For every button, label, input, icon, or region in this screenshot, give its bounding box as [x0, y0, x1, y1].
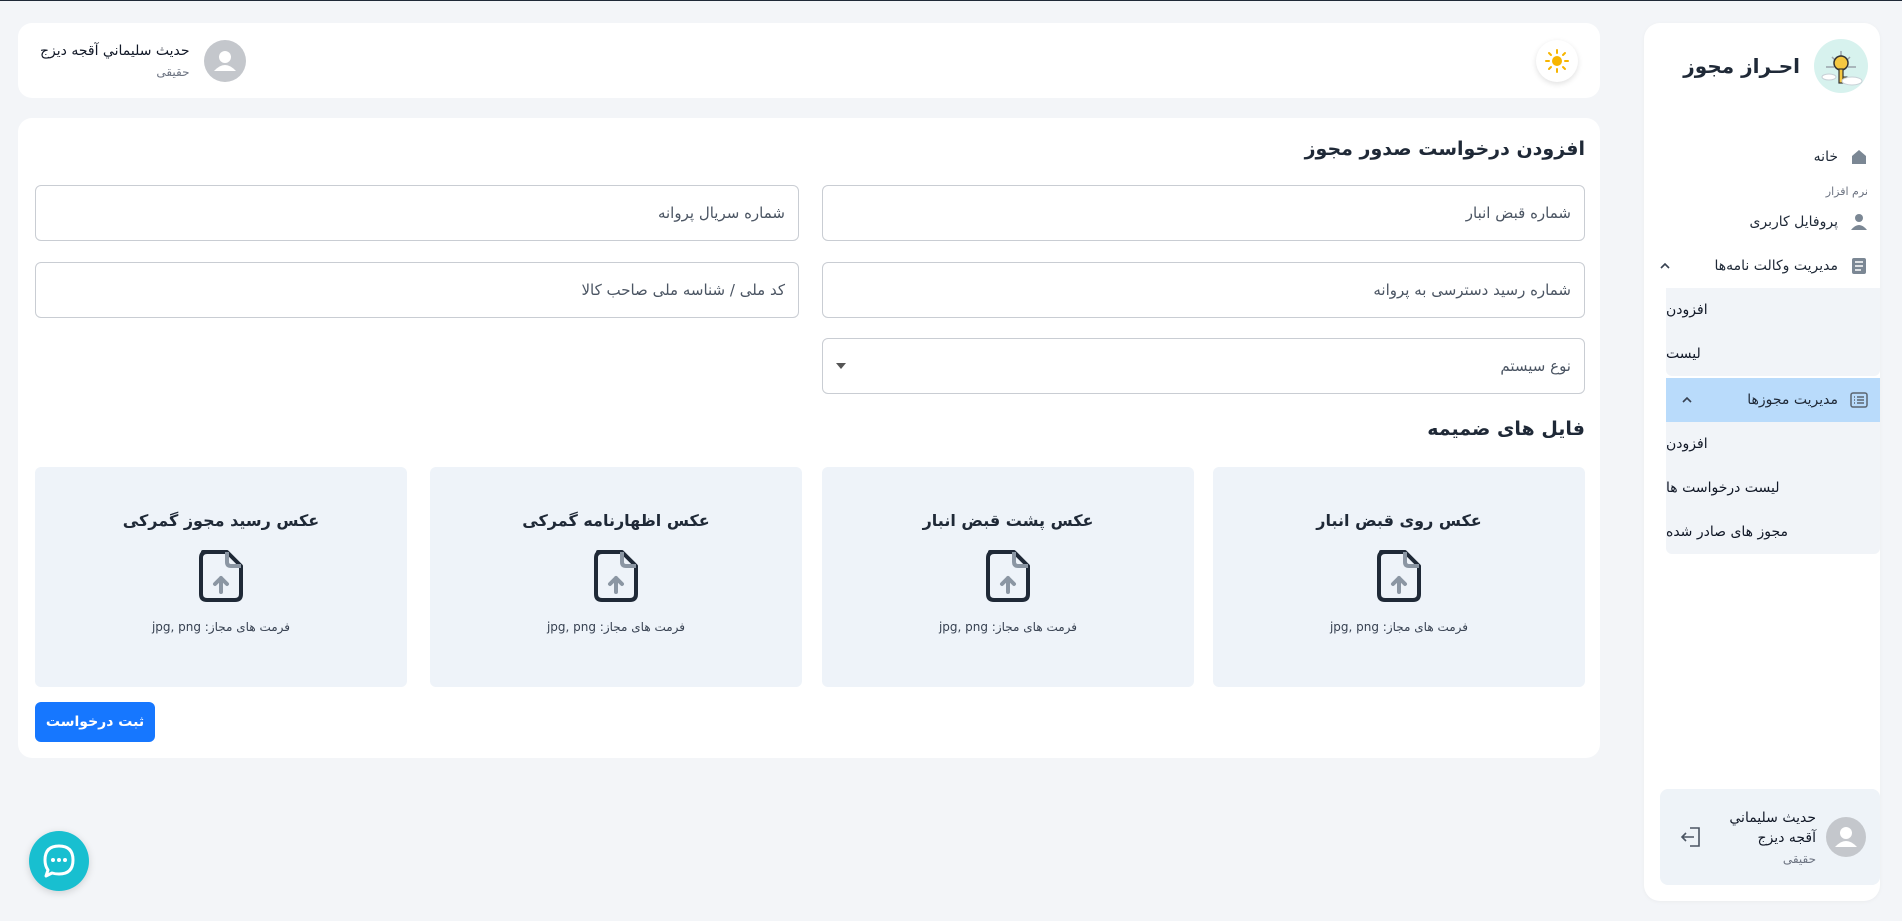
avatar: [1826, 817, 1866, 857]
chevron-down-icon: [836, 363, 846, 369]
header-user[interactable]: حدیث سلیماني آقجه دیزج حقیقی: [40, 39, 246, 82]
sidebar-user-name: حدیث سلیماني آقجه دیزج: [1729, 810, 1816, 846]
national-code-input[interactable]: کد ملی / شناسه ملی صاحب کالا: [35, 262, 799, 318]
sidebar-user-info: حدیث سلیماني آقجه دیزج حقیقی: [1714, 808, 1816, 866]
field-placeholder: شماره قبض انبار: [1465, 204, 1571, 222]
upload-hint: فرمت های مجاز: jpg, png: [1329, 620, 1469, 634]
sidebar-item-label: پروفایل کاربری: [1749, 214, 1838, 230]
top-header: حدیث سلیماني آقجه دیزج حقیقی: [18, 23, 1600, 98]
poa-submenu: افزودن لیست: [1666, 288, 1880, 376]
brand-title: احـراز مجوز: [1683, 54, 1800, 78]
license-submenu: افزودن لیست درخواست ها مجوز های صادر شده: [1666, 422, 1880, 554]
sidebar-item-label: خانه: [1813, 149, 1838, 165]
sidebar: احـراز مجوز خانه نرم افزار پروفایل کاربر…: [1644, 23, 1880, 901]
chevron-up-icon: [1682, 396, 1692, 403]
license-serial-input[interactable]: شماره سریال پروانه: [35, 185, 799, 241]
upload-customs-license-receipt[interactable]: عکس رسید مجوز گمرکی فرمت های مجاز: jpg, …: [35, 467, 407, 687]
upload-title: عکس اظهارنامه گمرکی: [522, 511, 710, 530]
upload-title: عکس رسید مجوز گمرکی: [122, 511, 320, 530]
sidebar-item-home[interactable]: خانه: [1644, 135, 1880, 179]
sidebar-item-profile[interactable]: پروفایل کاربری: [1644, 200, 1880, 244]
logout-icon[interactable]: [1678, 824, 1704, 850]
brand-logo-icon: [1814, 39, 1868, 93]
access-receipt-input[interactable]: شماره رسید دسترسی به پروانه: [822, 262, 1585, 318]
list-icon: [1848, 389, 1870, 411]
submenu-item-license-add[interactable]: افزودن: [1666, 422, 1880, 466]
sidebar-user-card: حدیث سلیماني آقجه دیزج حقیقی: [1660, 789, 1880, 885]
upload-customs-declaration[interactable]: عکس اظهارنامه گمرکی فرمت های مجاز: jpg, …: [430, 467, 802, 687]
document-icon: [1848, 255, 1870, 277]
chat-support-button[interactable]: [29, 831, 89, 891]
file-upload-icon: [986, 550, 1030, 602]
upload-title: عکس روی قبض انبار: [1316, 511, 1482, 530]
sidebar-nav: خانه نرم افزار پروفایل کاربری مدیریت وکا…: [1644, 135, 1880, 554]
header-user-info: حدیث سلیماني آقجه دیزج حقیقی: [40, 43, 190, 79]
sun-icon: [1545, 48, 1569, 73]
home-icon: [1848, 146, 1870, 168]
chevron-up-icon: [1660, 262, 1670, 269]
page-title: افزودن درخواست صدور مجوز: [1304, 138, 1585, 160]
user-icon: [1848, 211, 1870, 233]
theme-toggle-button[interactable]: [1536, 39, 1578, 82]
sidebar-item-label: مدیریت وکالت نامه‌ها: [1714, 258, 1838, 274]
submit-request-button[interactable]: ثبت درخواست: [35, 702, 155, 742]
sidebar-item-license-management[interactable]: مدیریت مجوزها: [1666, 378, 1880, 422]
request-form-card: افزودن درخواست صدور مجوز شماره قبض انبار…: [18, 118, 1600, 758]
upload-title: عکس پشت قبض انبار: [922, 511, 1094, 530]
field-placeholder: شماره رسید دسترسی به پروانه: [1373, 281, 1571, 299]
upload-warehouse-front[interactable]: عکس روی قبض انبار فرمت های مجاز: jpg, pn…: [1213, 467, 1585, 687]
header-user-role: حقیقی: [156, 64, 190, 79]
file-upload-icon: [1377, 550, 1421, 602]
sidebar-item-poa-management[interactable]: مدیریت وکالت نامه‌ها: [1644, 244, 1880, 288]
submenu-item-poa-list[interactable]: لیست: [1666, 332, 1880, 376]
upload-hint: فرمت های مجاز: jpg, png: [938, 620, 1078, 634]
warehouse-receipt-input[interactable]: شماره قبض انبار: [822, 185, 1585, 241]
file-upload-icon: [199, 550, 243, 602]
field-placeholder: نوع سیستم: [1500, 357, 1571, 375]
header-user-name: حدیث سلیماني آقجه دیزج: [40, 42, 190, 59]
upload-warehouse-back[interactable]: عکس پشت قبض انبار فرمت های مجاز: jpg, pn…: [822, 467, 1194, 687]
submenu-item-poa-add[interactable]: افزودن: [1666, 288, 1880, 332]
submenu-item-license-issued[interactable]: مجوز های صادر شده: [1666, 510, 1880, 554]
submenu-item-license-requests[interactable]: لیست درخواست ها: [1666, 466, 1880, 510]
nav-section-label: نرم افزار: [1825, 185, 1868, 198]
sidebar-user-role: حقیقی: [1782, 852, 1816, 866]
field-placeholder: شماره سریال پروانه: [657, 204, 785, 222]
upload-hint: فرمت های مجاز: jpg, png: [546, 620, 686, 634]
brand[interactable]: احـراز مجوز: [1683, 37, 1870, 95]
upload-hint: فرمت های مجاز: jpg, png: [151, 620, 291, 634]
chat-bubble-icon: [43, 844, 75, 878]
field-placeholder: کد ملی / شناسه ملی صاحب کالا: [581, 281, 785, 299]
sidebar-item-label: مدیریت مجوزها: [1747, 392, 1838, 408]
avatar: [203, 39, 246, 82]
attachments-title: فایل های ضمیمه: [1427, 418, 1585, 440]
file-upload-icon: [594, 550, 638, 602]
system-type-select[interactable]: نوع سیستم: [822, 338, 1585, 394]
